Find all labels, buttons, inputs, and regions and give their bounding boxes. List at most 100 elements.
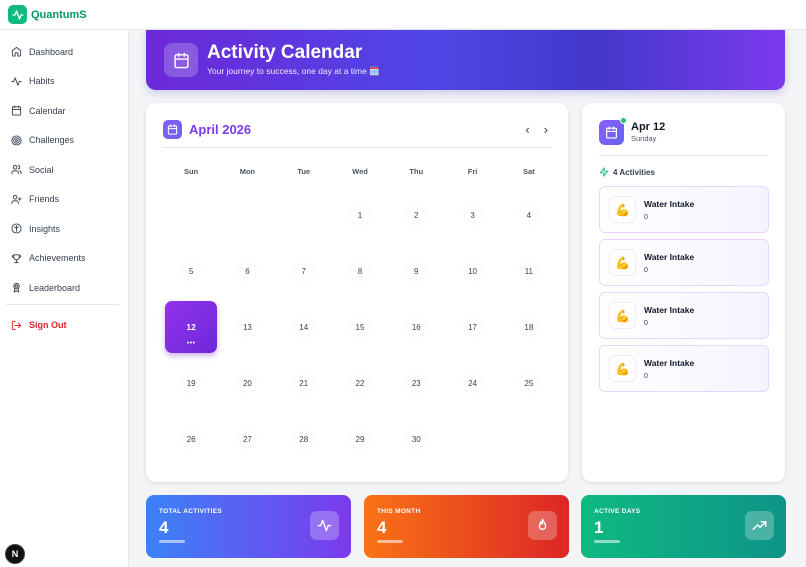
calendar-day[interactable]: 25 xyxy=(501,355,557,411)
muscle-icon: 💪 xyxy=(609,196,636,223)
sidebar-item-label: Social xyxy=(29,164,54,175)
calendar-day[interactable]: 29 xyxy=(332,411,388,467)
calendar-day[interactable]: 26 xyxy=(163,411,219,467)
calendar-day[interactable]: 2 xyxy=(388,187,444,243)
calendar-day-number: 20 xyxy=(239,375,255,391)
activity-list: 💪 Water Intake 0 💪 Water Intake 0 💪 Wate… xyxy=(599,186,769,398)
calendar-day[interactable]: 11 xyxy=(501,243,557,299)
calendar-day[interactable]: 3 xyxy=(444,187,500,243)
sidebar-item-label: Friends xyxy=(29,194,60,205)
calendar-day[interactable]: 20 xyxy=(219,355,275,411)
calendar-day[interactable]: 6 xyxy=(219,243,275,299)
calendar-empty-cell xyxy=(276,187,332,243)
activity-item[interactable]: 💪 Water Intake 0 xyxy=(599,292,769,339)
calendar-day-number: 22 xyxy=(352,375,368,391)
calendar-day[interactable]: 19 xyxy=(163,355,219,411)
activity-value: 0 xyxy=(644,213,648,221)
sign-out-button[interactable]: Sign Out xyxy=(0,311,128,341)
calendar-day-number: 4 xyxy=(521,207,537,223)
sidebar-item-social[interactable]: Social xyxy=(0,155,128,185)
calendar-day[interactable]: 4 xyxy=(501,187,557,243)
calendar-day[interactable]: 30 xyxy=(388,411,444,467)
stat-bar xyxy=(377,540,403,543)
calendar-empty-cell xyxy=(163,187,219,243)
activity-item[interactable]: 💪 Water Intake 0 xyxy=(599,239,769,286)
calendar-day-number: 11 xyxy=(521,263,537,279)
calendar-icon xyxy=(11,105,22,116)
activity-name: Water Intake xyxy=(644,251,695,262)
calendar-day[interactable]: 22 xyxy=(332,355,388,411)
calendar-day-selected[interactable]: 12 ••• xyxy=(163,299,219,355)
selected-weekday: Sunday xyxy=(631,134,657,143)
brain-icon xyxy=(11,223,22,234)
calendar-day[interactable]: 28 xyxy=(276,411,332,467)
calendar-day[interactable]: 13 xyxy=(219,299,275,355)
dev-badge[interactable]: N xyxy=(5,544,25,564)
activity-icon xyxy=(11,77,22,86)
calendar-day[interactable]: 23 xyxy=(388,355,444,411)
activity-name: Water Intake xyxy=(644,304,695,315)
prev-month-button[interactable]: ‹ xyxy=(525,122,529,137)
calendar-day-number: 23 xyxy=(408,375,424,391)
activity-item[interactable]: 💪 Water Intake 0 xyxy=(599,345,769,392)
sign-out-label: Sign Out xyxy=(29,320,67,331)
calendar-empty-cell xyxy=(219,187,275,243)
calendar-day-number: 16 xyxy=(408,319,424,335)
flame-icon xyxy=(528,511,557,540)
sidebar-nav: Dashboard Habits Calendar Challenges Soc… xyxy=(0,30,128,340)
calendar-day[interactable]: 5 xyxy=(163,243,219,299)
calendar-day-number: 12 xyxy=(186,321,196,332)
users-icon xyxy=(11,165,22,175)
page-title: Activity Calendar xyxy=(207,42,363,63)
sidebar-item-challenges[interactable]: Challenges xyxy=(0,126,128,156)
calendar-day[interactable]: 21 xyxy=(276,355,332,411)
sidebar-item-label: Achievements xyxy=(29,253,86,264)
calendar-day-number: 18 xyxy=(521,319,537,335)
sidebar-item-achievements[interactable]: Achievements xyxy=(0,244,128,274)
calendar-day-number: 10 xyxy=(465,263,481,279)
sidebar-item-calendar[interactable]: Calendar xyxy=(0,96,128,126)
stat-card-active-days: ACTIVE DAYS 1 xyxy=(581,495,786,558)
sidebar-item-habits[interactable]: Habits xyxy=(0,67,128,97)
calendar-day[interactable]: 15 xyxy=(332,299,388,355)
sidebar-divider xyxy=(6,303,119,305)
calendar-day[interactable]: 10 xyxy=(444,243,500,299)
calendar-day[interactable]: 18 xyxy=(501,299,557,355)
calendar-day-number: 6 xyxy=(239,263,255,279)
sidebar-item-leaderboard[interactable]: Leaderboard xyxy=(0,273,128,303)
calendar-day[interactable]: 17 xyxy=(444,299,500,355)
calendar-day[interactable]: 9 xyxy=(388,243,444,299)
sidebar-item-friends[interactable]: Friends xyxy=(0,185,128,215)
calendar-day-number: 29 xyxy=(352,431,368,447)
activity-item[interactable]: 💪 Water Intake 0 xyxy=(599,186,769,233)
app-name[interactable]: QuantumS xyxy=(31,9,87,21)
calendar-day[interactable]: 27 xyxy=(219,411,275,467)
sidebar-item-dashboard[interactable]: Dashboard xyxy=(0,37,128,67)
calendar-day-number: 14 xyxy=(296,319,312,335)
calendar-day-number: 27 xyxy=(239,431,255,447)
calendar-nav: ‹ › xyxy=(525,122,548,137)
top-bar: QuantumS xyxy=(0,0,806,30)
weekday-label: Fri xyxy=(467,167,478,176)
sidebar-item-label: Habits xyxy=(29,76,55,87)
calendar-icon xyxy=(599,117,627,145)
award-icon xyxy=(13,283,20,293)
calendar-day-number: 3 xyxy=(465,207,481,223)
calendar-card: April 2026 ‹ › Sun Mon Tue Wed Thu Fri S… xyxy=(146,103,568,482)
calendar-day[interactable]: 14 xyxy=(276,299,332,355)
activity-count-label: 4 Activities xyxy=(613,167,655,177)
calendar-day[interactable]: 1 xyxy=(332,187,388,243)
sidebar-item-label: Insights xyxy=(29,223,61,234)
calendar-icon xyxy=(164,43,198,77)
calendar-day[interactable]: 7 xyxy=(276,243,332,299)
calendar-day[interactable]: 16 xyxy=(388,299,444,355)
next-month-button[interactable]: › xyxy=(544,122,548,137)
calendar-month-label: April 2026 xyxy=(189,122,252,137)
calendar-day[interactable]: 24 xyxy=(444,355,500,411)
logo-icon[interactable] xyxy=(8,5,27,24)
stat-bar xyxy=(159,540,185,543)
calendar-day-number: 28 xyxy=(296,431,312,447)
page-header-banner: Activity Calendar Your journey to succes… xyxy=(146,30,785,90)
calendar-day[interactable]: 8 xyxy=(332,243,388,299)
sidebar-item-insights[interactable]: Insights xyxy=(0,214,128,244)
